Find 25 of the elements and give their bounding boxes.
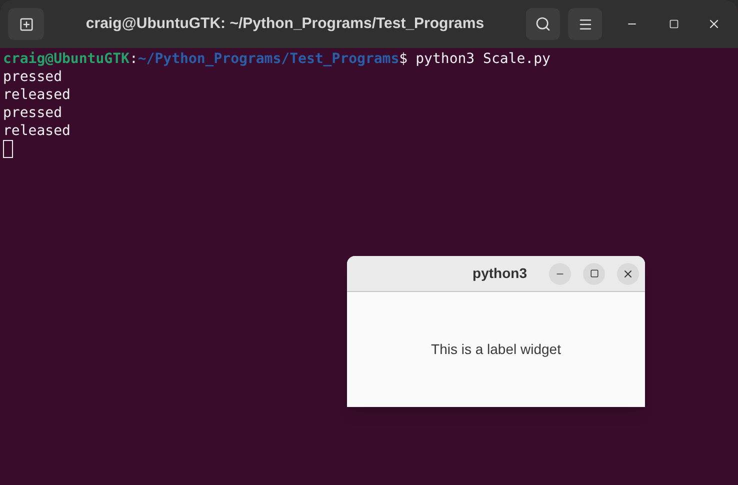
- window-title: craig@UbuntuGTK: ~/Python_Programs/Test_Programs: [86, 14, 484, 34]
- menu-button[interactable]: [568, 8, 602, 40]
- search-button[interactable]: [526, 8, 560, 40]
- close-icon: [707, 17, 721, 31]
- close-button[interactable]: [617, 262, 639, 284]
- output-line: pressed: [3, 104, 62, 122]
- maximize-button[interactable]: [583, 262, 605, 284]
- output-line: released: [3, 122, 70, 140]
- menu-icon: [578, 16, 592, 32]
- maximize-icon: [669, 19, 679, 29]
- dialog-title: python3: [472, 264, 527, 283]
- new-tab-button[interactable]: [8, 8, 44, 40]
- cursor-icon: [3, 140, 13, 158]
- output-line: pressed: [3, 68, 62, 86]
- prompt-path: ~/Python_Programs/Test_Programs: [138, 50, 400, 68]
- close-icon: [622, 268, 634, 280]
- search-icon: [535, 16, 551, 32]
- label-text: This is a label widget: [431, 340, 561, 359]
- new-tab-icon: [18, 16, 34, 32]
- prompt-separator: :: [129, 50, 138, 68]
- output-line: released: [3, 86, 70, 104]
- prompt-symbol: $: [399, 50, 408, 68]
- command-text: python3 Scale.py: [416, 50, 550, 68]
- prompt-user: craig@UbuntuGTK: [3, 50, 130, 68]
- maximize-icon: [590, 269, 598, 278]
